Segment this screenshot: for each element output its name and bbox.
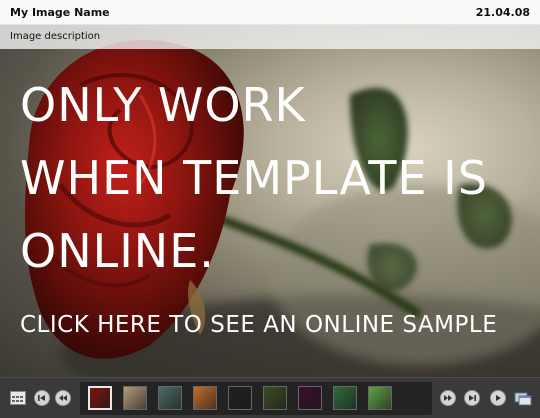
rewind-icon[interactable] — [55, 390, 71, 406]
fast-forward-icon[interactable] — [440, 390, 456, 406]
navigation-bar — [0, 377, 540, 418]
thumbnail-teal[interactable] — [158, 386, 182, 410]
window-icon[interactable] — [514, 391, 532, 406]
top-bar: My Image Name 21.04.08 — [0, 0, 540, 25]
thumbnail-green-grass[interactable] — [368, 386, 392, 410]
thumbnail-red-rose[interactable] — [88, 386, 112, 410]
notice-line: ONLINE. — [20, 224, 215, 278]
thumbnail-dark[interactable] — [228, 386, 252, 410]
thumbnail-orange-sky[interactable] — [193, 386, 217, 410]
thumbnail-strip — [80, 382, 432, 415]
image-date: 21.04.08 — [475, 6, 530, 19]
thumbnail-frog[interactable] — [263, 386, 287, 410]
image-title: My Image Name — [10, 6, 110, 19]
image-description: Image description — [10, 31, 101, 42]
grid-view-icon[interactable] — [10, 391, 26, 405]
description-bar: Image description — [0, 25, 540, 49]
notice-line: ONLY WORK — [20, 78, 306, 132]
notice-line: WHEN TEMPLATE IS — [20, 151, 488, 205]
skip-to-first-icon[interactable] — [34, 390, 50, 406]
thumbnail-pink-flower[interactable] — [298, 386, 322, 410]
play-icon[interactable] — [490, 390, 506, 406]
image-stage[interactable]: Image description ONLY WORK WHEN TEMPLAT… — [0, 25, 540, 377]
thumbnail-green-leaf[interactable] — [333, 386, 357, 410]
thumbnail-figure[interactable] — [123, 386, 147, 410]
online-sample-link[interactable]: CLICK HERE TO SEE AN ONLINE SAMPLE — [20, 312, 497, 338]
offline-notice: ONLY WORK WHEN TEMPLATE IS ONLINE. — [20, 69, 520, 288]
skip-to-last-icon[interactable] — [464, 390, 480, 406]
